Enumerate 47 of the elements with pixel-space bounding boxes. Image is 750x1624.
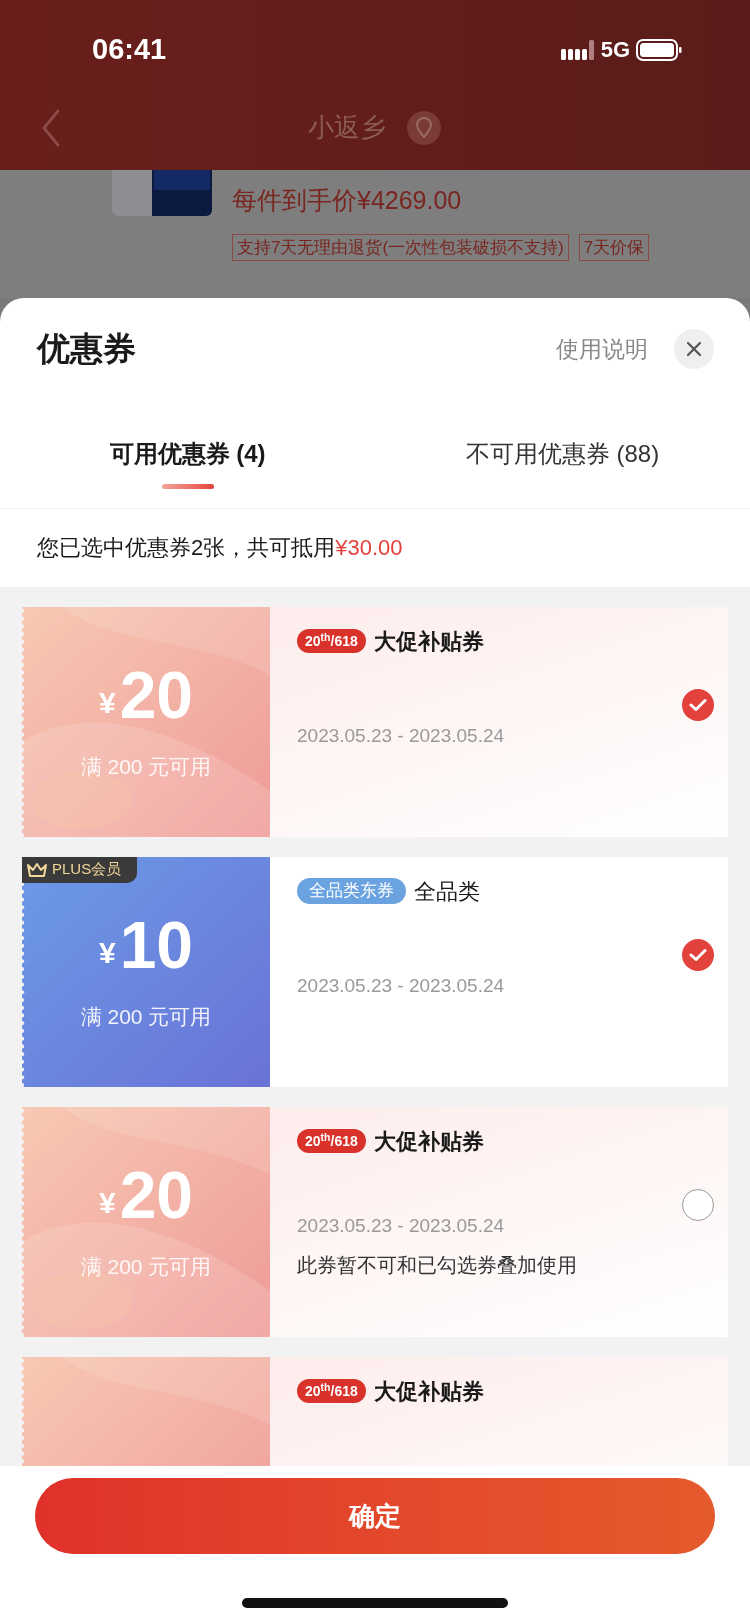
coupon-note: 此券暂不可和已勾选券叠加使用: [297, 1253, 578, 1278]
close-icon: [686, 340, 702, 357]
product-price: 每件到手价¥4269.00: [232, 185, 463, 216]
promo-badge: 20$^{th}$/618: [297, 629, 366, 653]
coupon-dates: 2023.05.23 - 2023.05.24: [297, 1213, 506, 1238]
signal-icon: [560, 37, 595, 62]
coupon-dates: 2023.05.23 - 2023.05.24: [297, 723, 506, 748]
service-tag: 7天价保: [578, 233, 650, 261]
currency-symbol: ¥: [98, 684, 116, 721]
network-label: 5G: [600, 36, 630, 65]
selection-summary: 您已选中优惠券2张，共可抵用¥30.00: [36, 534, 404, 562]
tab-indicator: [161, 483, 214, 489]
promo-badge: 20$^{th}$/618: [297, 1379, 366, 1403]
confirm-button[interactable]: 确定: [35, 1478, 715, 1554]
help-link[interactable]: 使用说明: [556, 331, 648, 366]
coupon-tag: 全品类东券: [297, 878, 406, 904]
promo-badge: 20$^{th}$/618: [297, 1129, 366, 1153]
member-tag-text: PLUS会员: [52, 859, 122, 880]
coupon-card[interactable]: 20$^{th}$/618 大促补贴券: [22, 1356, 728, 1466]
coupon-dates: 2023.05.23 - 2023.05.24: [297, 973, 506, 998]
checked-icon[interactable]: [682, 688, 714, 721]
location-pin-icon[interactable]: [406, 109, 442, 146]
currency-symbol: ¥: [98, 1184, 116, 1221]
coupon-title: 大促补贴券: [373, 1127, 484, 1156]
coupon-title: 大促补贴券: [373, 627, 484, 656]
service-tag: 支持7天无理由退货(一次性包装破损不支持): [232, 233, 569, 261]
currency-symbol: ¥: [98, 934, 116, 971]
nav-title: 小返乡: [308, 111, 386, 144]
coupon-amount: 20: [119, 1156, 194, 1233]
coupon-amount: 10: [119, 906, 194, 983]
coupon-card[interactable]: PLUS会员 ¥10 满 200 元可用 全品类东券 全品类 2023.05.23 - 2023.05.24: [22, 856, 728, 1087]
coupon-condition: 满 200 元可用: [80, 753, 212, 780]
checked-icon[interactable]: [682, 938, 714, 971]
coupon-title: 全品类: [414, 877, 480, 906]
crown-icon: [26, 861, 48, 878]
coupon-card[interactable]: ¥20 满 200 元可用 20$^{th}$/618 大促补贴券 2023.05.23 - 2023.05.24: [22, 606, 728, 837]
coupon-condition: 满 200 元可用: [80, 1253, 212, 1280]
coupon-tab[interactable]: 可用优惠券 (4): [109, 435, 266, 472]
coupon-card[interactable]: ¥20 满 200 元可用 20$^{th}$/618 大促补贴券 2023.05.23 - 2023.05.24 此券暂不可和已勾选券叠加使用: [22, 1106, 728, 1337]
coupon-title: 大促补贴券: [373, 1377, 484, 1406]
coupon-amount: 20: [119, 656, 194, 733]
sheet-title: 优惠券: [37, 329, 136, 369]
battery-icon: [636, 37, 682, 62]
close-button[interactable]: [674, 328, 714, 369]
coupon-tab[interactable]: 不可用优惠券 (88): [465, 435, 660, 472]
status-time: 06:41: [92, 32, 167, 67]
coupon-condition: 满 200 元可用: [80, 1003, 212, 1030]
